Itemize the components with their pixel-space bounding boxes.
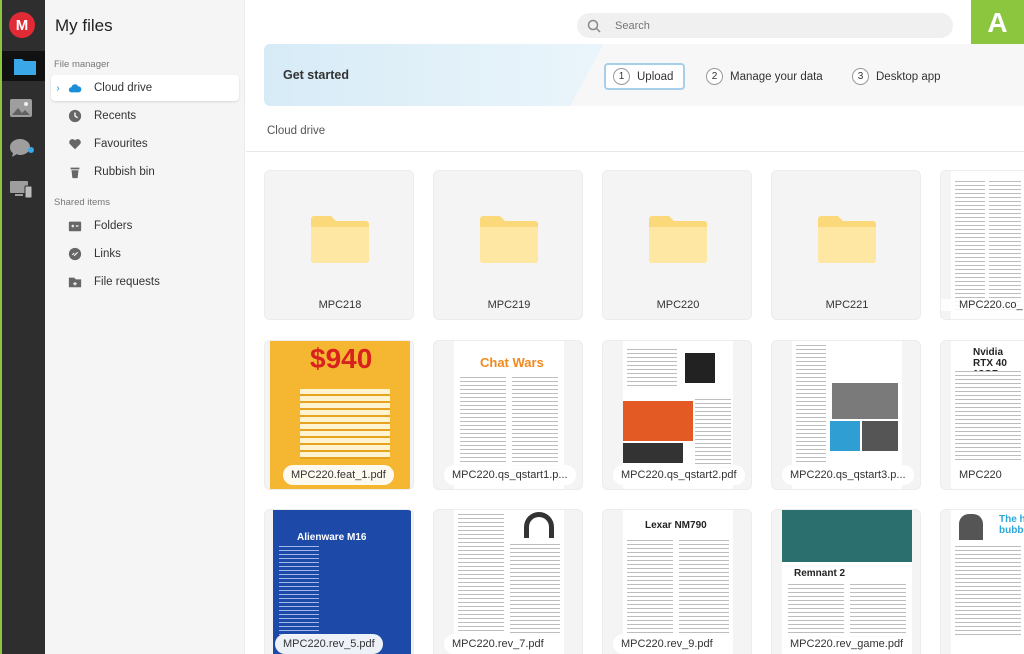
thumbnail-headline: Chat Wars <box>480 355 544 370</box>
file-tile[interactable]: MPC220.rev_7.pdf <box>433 509 583 654</box>
document-thumbnail: Remnant 2 <box>782 510 912 654</box>
folder-icon <box>311 216 369 263</box>
file-name: MPC220.co_ <box>941 299 1024 311</box>
folder-icon <box>649 216 707 263</box>
file-tile[interactable]: Alienware M16 MPC220.rev_5.pdf <box>264 509 414 654</box>
file-tile[interactable]: Remnant 2 MPC220.rev_game.pdf <box>771 509 921 654</box>
step-label: Manage your data <box>730 70 823 83</box>
divider <box>246 151 1024 152</box>
folder-tile[interactable]: MPC219 <box>433 170 583 320</box>
photos-rail-button[interactable] <box>6 93 36 123</box>
step-desktop-app-button[interactable]: 3 Desktop app <box>852 63 941 90</box>
sidebar-item-rubbish-bin[interactable]: Rubbish bin <box>51 159 239 185</box>
file-name: MPC220.qs_qstart2.pdf <box>613 465 745 485</box>
file-tile[interactable]: Chat Wars MPC220.qs_qstart1.p... <box>433 340 583 490</box>
cloud-icon <box>67 80 83 96</box>
sidebar: My files File manager › Cloud drive Rece… <box>45 0 245 654</box>
sidebar-item-label: Favourites <box>94 138 148 150</box>
sidebar-item-links[interactable]: Links <box>51 241 239 267</box>
file-name: MPC220.rev_5.pdf <box>275 634 383 654</box>
sidebar-item-recents[interactable]: Recents <box>51 103 239 129</box>
document-thumbnail: Alienware M16 <box>273 510 411 654</box>
file-name: MPC220.rev_7.pdf <box>444 634 552 654</box>
chat-icon <box>10 139 34 157</box>
thumbnail-headline: Alienware M16 <box>297 532 367 543</box>
section-label-shared-items: Shared items <box>54 197 110 208</box>
search-input[interactable] <box>615 19 915 32</box>
sidebar-item-label: Rubbish bin <box>94 166 155 178</box>
thumbnail-headline: Lexar NM790 <box>645 520 707 531</box>
folder-icon <box>13 59 36 75</box>
step-upload-button[interactable]: 1 Upload <box>604 63 685 90</box>
sidebar-item-label: File requests <box>94 276 160 288</box>
sidebar-item-label: Folders <box>94 220 133 232</box>
icon-rail: M <box>0 0 47 654</box>
folder-icon <box>480 216 538 263</box>
step-number: 3 <box>852 68 869 85</box>
file-tile[interactable]: $940 MPC220.feat_1.pdf <box>264 340 414 490</box>
file-tile[interactable]: Lexar NM790 MPC220.rev_9.pdf <box>602 509 752 654</box>
file-name: MPC220.rev_9.pdf <box>613 634 721 654</box>
folder-tile[interactable]: MPC221 <box>771 170 921 320</box>
shared-folder-icon <box>67 218 83 234</box>
get-started-banner: Get started 1 Upload 2 Manage your data … <box>264 44 1024 106</box>
file-name: MPC220.feat_1.pdf <box>283 465 394 485</box>
step-label: Desktop app <box>876 70 941 83</box>
file-name: MPC219 <box>487 299 531 311</box>
devices-rail-button[interactable] <box>6 174 36 204</box>
file-tile[interactable]: MPC220.qs_qstart2.pdf <box>602 340 752 490</box>
sidebar-item-label: Recents <box>94 110 137 122</box>
step-label: Upload <box>637 70 674 83</box>
mega-logo[interactable]: M <box>9 12 35 38</box>
file-name: MPC220.rev_game.pdf <box>782 634 912 654</box>
file-tile[interactable]: MPC220.co_ <box>940 170 1024 320</box>
thumbnail-headline: Remnant 2 <box>794 568 846 579</box>
chevron-right-icon[interactable]: › <box>51 83 65 94</box>
folder-tile[interactable]: MPC220 <box>602 170 752 320</box>
search-bar[interactable] <box>577 13 953 38</box>
folder-icon <box>818 216 876 263</box>
sidebar-item-file-requests[interactable]: File requests <box>51 269 239 295</box>
file-tile[interactable]: Nvidia RTX 40 18GB Launche MPC220 <box>940 340 1024 490</box>
file-name: MPC220.qs_qstart1.p... <box>444 465 576 485</box>
folder-tile[interactable]: MPC218 <box>264 170 414 320</box>
thumbnail-headline: The ha bubble <box>999 514 1024 536</box>
clock-icon <box>67 108 83 124</box>
file-name: MPC221 <box>825 299 869 311</box>
sidebar-item-cloud-drive[interactable]: › Cloud drive <box>51 75 239 101</box>
sidebar-item-label: Cloud drive <box>94 82 153 94</box>
banner-title: Get started <box>283 68 349 82</box>
step-number: 1 <box>613 68 630 85</box>
thumbnail-headline: $940 <box>310 343 373 374</box>
image-icon <box>10 99 32 117</box>
devices-icon <box>10 181 33 199</box>
sidebar-item-favourites[interactable]: Favourites <box>51 131 239 157</box>
trash-icon <box>67 164 83 180</box>
file-name: MPC220 <box>951 465 1010 485</box>
document-thumbnail: The ha bubble <box>951 510 1024 654</box>
file-tile[interactable]: The ha bubble <box>940 509 1024 654</box>
file-name: MPC220.qs_qstart3.p... <box>782 465 914 485</box>
document-thumbnail <box>951 171 1024 319</box>
chat-rail-button[interactable] <box>6 134 36 164</box>
page-title: My files <box>55 16 113 35</box>
section-label-file-manager: File manager <box>54 59 110 70</box>
cloud-drive-rail-button[interactable] <box>2 51 47 81</box>
file-request-icon <box>67 274 83 290</box>
sidebar-item-folders[interactable]: Folders <box>51 213 239 239</box>
sidebar-item-label: Links <box>94 248 121 260</box>
document-thumbnail <box>454 510 564 654</box>
breadcrumb[interactable]: Cloud drive <box>267 125 325 137</box>
step-number: 2 <box>706 68 723 85</box>
file-name: MPC218 <box>318 299 362 311</box>
search-icon <box>587 19 601 33</box>
link-icon <box>67 246 83 262</box>
document-thumbnail: Lexar NM790 <box>623 510 733 654</box>
corner-badge: A <box>971 0 1024 45</box>
step-manage-data-button[interactable]: 2 Manage your data <box>706 63 823 90</box>
heart-icon <box>67 136 83 152</box>
file-name: MPC220 <box>656 299 700 311</box>
file-tile[interactable]: MPC220.qs_qstart3.p... <box>771 340 921 490</box>
